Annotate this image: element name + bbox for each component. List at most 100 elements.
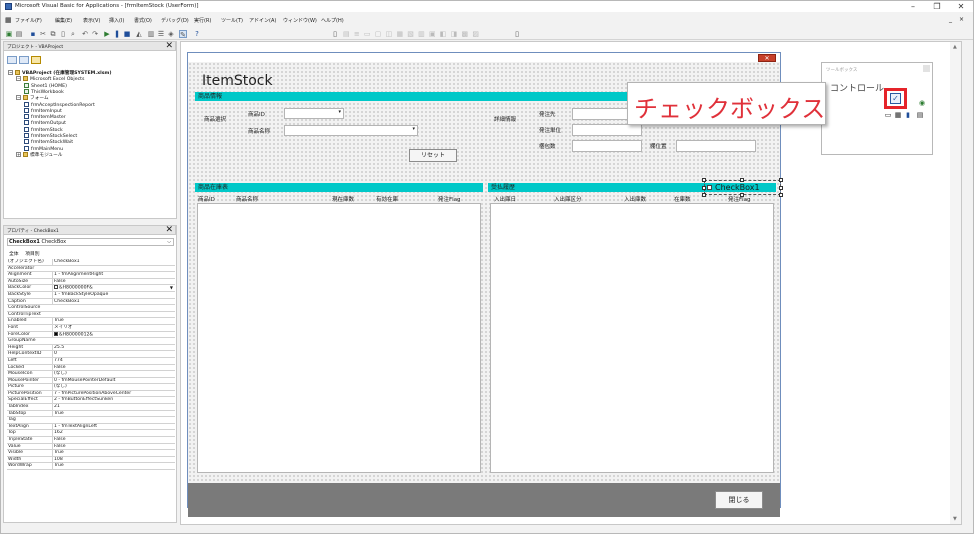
chevron-down-icon[interactable]: ▼ — [170, 285, 173, 291]
checkbox-tool-icon[interactable]: ✓ — [890, 93, 901, 104]
product-name-combobox[interactable]: ▾ — [284, 125, 418, 136]
property-row[interactable]: Alignment 1 - fmAlignmentRight — [7, 272, 175, 279]
property-value-cell[interactable]: False — [52, 364, 174, 371]
userform-body[interactable]: ItemStock 商品情報 商品選択 商品ID ▾ 商品名称 ▾ リセット 詳… — [188, 62, 783, 517]
property-row[interactable]: Caption CheckBox1 — [7, 298, 175, 306]
resize-handle[interactable] — [779, 193, 783, 197]
property-value-cell[interactable]: 774 — [52, 357, 174, 364]
resize-handle[interactable] — [779, 186, 783, 190]
maximize-button[interactable]: ❐ — [925, 1, 949, 12]
property-row[interactable]: MouseIcon (なし) — [7, 371, 175, 378]
design-mode-icon[interactable]: ◭ — [135, 30, 143, 38]
property-value-cell[interactable]: CheckBox1 — [52, 298, 174, 305]
property-value-cell[interactable]: &H80000012& — [52, 331, 174, 339]
resize-handle[interactable] — [702, 178, 706, 182]
image-tool-icon[interactable]: ▤ — [916, 111, 924, 119]
view-code-button[interactable] — [7, 56, 17, 64]
checkbox1-control[interactable]: CheckBox1 — [702, 178, 783, 197]
object-selector[interactable]: CheckBox1 CheckBox ⌵ — [7, 238, 174, 246]
property-row[interactable]: Height 25.5 — [7, 344, 175, 352]
property-row[interactable]: TabIndex 21 — [7, 404, 175, 411]
expand-toggle-icon[interactable]: − — [16, 95, 21, 101]
tab-categorized[interactable]: 項目別 — [25, 252, 39, 257]
menu-file[interactable]: ファイル(F) — [15, 17, 42, 24]
scroll-up-icon[interactable]: ▲ — [953, 44, 957, 50]
property-value-cell[interactable]: True — [52, 410, 174, 417]
resize-handle[interactable] — [779, 178, 783, 182]
property-row[interactable]: Value False — [7, 443, 175, 451]
help-icon[interactable]: ? — [193, 30, 201, 38]
resize-handle[interactable] — [740, 178, 744, 182]
property-row[interactable]: (オブジェクト名) CheckBox1 — [7, 259, 175, 266]
tree-item[interactable]: + 標準モジュール — [16, 151, 63, 159]
property-value-cell[interactable]: 25.5 — [52, 344, 174, 351]
property-row[interactable]: ControlSource — [7, 305, 175, 312]
property-value-cell[interactable]: 162 — [52, 430, 174, 437]
property-value-cell[interactable]: True — [52, 318, 174, 325]
run-icon[interactable]: ▶ — [103, 30, 111, 38]
property-value-cell[interactable]: 1 - fmTextAlignLeft — [52, 423, 174, 430]
mdi-close-button[interactable]: × — [959, 16, 964, 23]
location-field[interactable] — [676, 140, 756, 152]
close-button[interactable]: ✕ — [949, 1, 973, 12]
property-row[interactable]: Top 162 — [7, 430, 175, 438]
property-value-cell[interactable]: &H8000000F& ▼ — [52, 285, 174, 292]
stock-listbox[interactable] — [197, 203, 481, 473]
property-row[interactable]: Enabled True — [7, 318, 175, 325]
resize-handle[interactable] — [702, 186, 706, 190]
property-value-cell[interactable]: 1 - fmBackStyleOpaque — [52, 291, 174, 298]
tab-alphabetic[interactable]: 全体 — [9, 252, 19, 257]
property-row[interactable]: HelpContextID 0 — [7, 351, 175, 358]
copy-icon[interactable]: ⧉ — [49, 30, 57, 38]
menu-run[interactable]: 実行(R) — [194, 17, 211, 24]
order-unit-field[interactable] — [572, 124, 642, 136]
expand-toggle-icon[interactable]: − — [8, 70, 13, 75]
menu-debug[interactable]: デバッグ(D) — [161, 17, 189, 24]
property-row[interactable]: GroupName — [7, 338, 175, 345]
checkbox-square[interactable] — [707, 185, 712, 190]
option-button-tool-icon[interactable]: ◉ — [918, 99, 926, 107]
property-value-cell[interactable]: 2 - fmButtonEffectSunken — [52, 397, 174, 404]
property-row[interactable]: BackColor &H8000000F& ▼ — [7, 285, 175, 292]
property-value-cell[interactable]: False — [52, 437, 174, 444]
view-excel-icon[interactable]: ▣ — [5, 30, 13, 38]
property-value-cell[interactable]: True — [52, 450, 174, 457]
save-icon[interactable]: ▪ — [29, 30, 37, 38]
redo-icon[interactable]: ↷ — [91, 30, 99, 38]
box-count-field[interactable] — [572, 140, 642, 152]
find-icon[interactable]: ⌕ — [69, 30, 77, 38]
property-value-cell[interactable]: 7 - fmPicturePositionAboveCenter — [52, 390, 174, 397]
expand-toggle-icon[interactable]: − — [16, 76, 21, 82]
menu-insert[interactable]: 挿入(I) — [109, 17, 124, 24]
property-row[interactable]: TextAlign 1 - fmTextAlignLeft — [7, 423, 175, 431]
property-value-cell[interactable]: False — [52, 278, 174, 285]
menu-help[interactable]: ヘルプ(H) — [321, 17, 344, 24]
toolbox-icon[interactable]: ✎ — [179, 30, 187, 39]
property-value-cell[interactable]: メイリオ — [52, 324, 174, 331]
property-value-cell[interactable]: 1 - fmAlignmentRight — [52, 272, 174, 279]
toolbox-controls-tab[interactable]: コントロール — [830, 81, 884, 94]
menu-tools[interactable]: ツール(T) — [221, 17, 243, 24]
scrollbar-tool-icon[interactable]: ▮ — [904, 111, 912, 119]
mdi-minimize-button[interactable]: _ — [949, 16, 952, 23]
property-value-cell[interactable]: True — [52, 463, 174, 470]
paste-icon[interactable]: ▯ — [59, 30, 67, 38]
menu-view[interactable]: 表示(V) — [83, 17, 100, 24]
cut-icon[interactable]: ✂ — [39, 30, 47, 38]
object-browser-icon[interactable]: ◈ — [167, 30, 175, 38]
reset-icon[interactable]: ■ — [123, 30, 131, 38]
toggle-folders-button[interactable] — [31, 56, 41, 64]
userform-close-icon[interactable]: ✕ — [758, 54, 776, 62]
product-id-combobox[interactable]: ▾ — [284, 108, 344, 119]
properties-window-icon[interactable]: ☰ — [157, 30, 165, 38]
property-value-cell[interactable]: (なし) — [52, 371, 174, 378]
property-row[interactable]: SpecialEffect 2 - fmButtonEffectSunken — [7, 397, 175, 405]
history-listbox[interactable] — [490, 203, 774, 473]
project-pane-close-icon[interactable]: ✕ — [165, 41, 173, 51]
expand-toggle-icon[interactable]: + — [16, 151, 21, 157]
insert-userform-icon[interactable]: ▤ — [15, 30, 23, 38]
property-row[interactable]: ForeColor &H80000012& — [7, 331, 175, 339]
view-object-button[interactable] — [19, 56, 29, 64]
minimize-button[interactable]: – — [901, 1, 925, 12]
property-row[interactable]: BackStyle 1 - fmBackStyleOpaque — [7, 291, 175, 299]
